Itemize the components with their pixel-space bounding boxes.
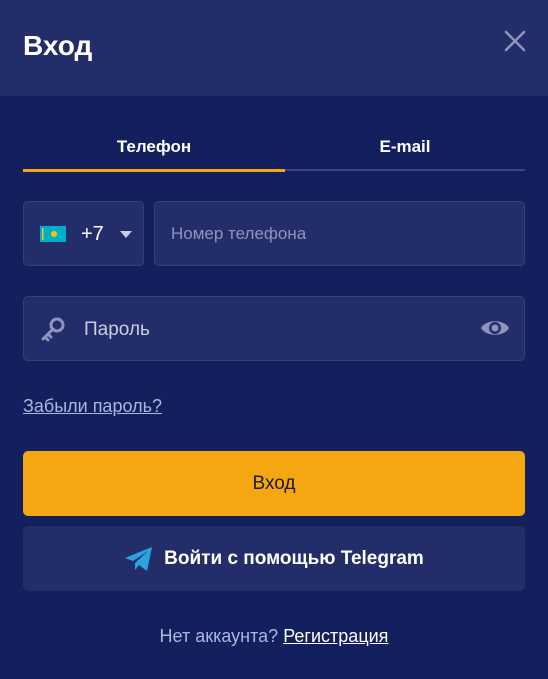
key-icon — [41, 317, 65, 342]
modal-header: Вход — [0, 0, 548, 96]
dial-code: +7 — [81, 223, 104, 245]
register-prompt: Нет аккаунта? — [159, 626, 279, 646]
close-button[interactable] — [500, 26, 530, 56]
login-method-tabs: Телефон E-mail — [23, 126, 525, 172]
password-field — [23, 296, 525, 362]
register-link[interactable]: Регистрация — [283, 626, 388, 646]
register-row: Нет аккаунта? Регистрация — [0, 625, 548, 647]
forgot-password-link[interactable]: Забыли пароль? — [23, 395, 162, 417]
telegram-button-label: Войти с помощью Telegram — [164, 547, 424, 569]
tab-email[interactable]: E-mail — [285, 126, 525, 171]
phone-number-input[interactable] — [154, 201, 525, 266]
close-icon — [504, 30, 526, 52]
kazakhstan-flag-icon — [40, 226, 66, 242]
modal-title: Вход — [23, 30, 93, 61]
telegram-icon — [125, 546, 153, 571]
telegram-login-button[interactable]: Войти с помощью Telegram — [23, 526, 525, 591]
chevron-down-icon — [120, 231, 132, 238]
password-input[interactable] — [82, 297, 466, 362]
login-submit-button[interactable]: Вход — [23, 451, 525, 516]
login-modal: Вход Телефон E-mail +7 Номер телефона За… — [0, 0, 548, 679]
country-code-select[interactable]: +7 — [23, 201, 144, 266]
tab-phone[interactable]: Телефон — [23, 126, 285, 172]
eye-icon[interactable] — [480, 317, 510, 339]
